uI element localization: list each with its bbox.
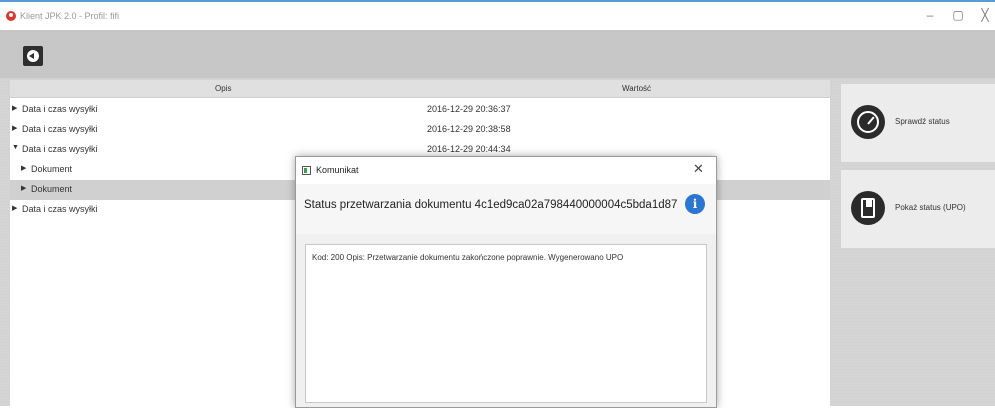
back-arrow-icon[interactable]	[23, 46, 43, 66]
dialog-message-text: Kod: 200 Opis: Przetwarzanie dokumentu z…	[312, 253, 624, 262]
dialog-status-text: Status przetwarzania dokumentu 4c1ed9ca0…	[304, 199, 678, 211]
toolbar	[0, 30, 995, 78]
check-status-button[interactable]: Sprawdź status	[841, 84, 995, 162]
show-upo-button[interactable]: Pokaż status (UPO)	[841, 170, 995, 248]
dialog-titlebar: Komunikat ✕	[296, 157, 716, 184]
row-label: Data i czas wysyłki	[22, 124, 98, 134]
table-row[interactable]: ▶ Data i czas wysyłki 2016-12-29 20:38:5…	[10, 120, 830, 140]
dialog-message-box: Kod: 200 Opis: Przetwarzanie dokumentu z…	[305, 244, 707, 403]
minimize-button[interactable]: –	[920, 8, 940, 22]
expand-arrow-icon[interactable]: ▶	[21, 164, 26, 172]
maximize-button[interactable]: ▢	[948, 8, 968, 22]
document-icon	[851, 191, 885, 225]
check-status-label: Sprawdź status	[895, 117, 950, 126]
row-label: Data i czas wysyłki	[22, 204, 98, 214]
window-titlebar: Klient JPK 2.0 - Profil: fifi – ▢ ╳	[0, 0, 995, 30]
expand-arrow-icon[interactable]: ▶	[12, 204, 17, 212]
speedometer-icon	[851, 105, 885, 139]
row-label: Dokument	[31, 184, 73, 194]
document-shape	[861, 198, 875, 218]
show-upo-label: Pokaż status (UPO)	[895, 203, 966, 212]
info-icon: i	[685, 194, 705, 214]
expand-arrow-icon[interactable]: ▶	[12, 104, 17, 112]
table-row[interactable]: ▶ Data i czas wysyłki 2016-12-29 20:36:3…	[10, 100, 830, 120]
expand-arrow-icon[interactable]: ▶	[21, 184, 26, 192]
dialog-close-button[interactable]: ✕	[693, 161, 704, 177]
window-title: Klient JPK 2.0 - Profil: fifi	[20, 11, 120, 21]
row-value: 2016-12-29 20:36:37	[427, 104, 511, 114]
column-header-wartosc[interactable]: Wartość	[622, 84, 651, 93]
message-dialog: Komunikat ✕ Status przetwarzania dokumen…	[295, 156, 717, 408]
column-header-opis[interactable]: Opis	[215, 84, 231, 93]
row-value: 2016-12-29 20:44:34	[427, 144, 511, 154]
row-label: Dokument	[31, 164, 73, 174]
row-label: Data i czas wysyłki	[22, 104, 98, 114]
close-button[interactable]: ╳	[975, 8, 995, 22]
dialog-title: Komunikat	[316, 165, 359, 175]
dialog-window-icon	[302, 166, 311, 175]
row-label: Data i czas wysyłki	[22, 144, 98, 154]
row-value: 2016-12-29 20:38:58	[427, 124, 511, 134]
app-logo-icon	[6, 11, 16, 21]
collapse-arrow-icon[interactable]: ▼	[12, 144, 19, 151]
expand-arrow-icon[interactable]: ▶	[12, 124, 17, 132]
table-header: Opis Wartość	[10, 80, 830, 98]
